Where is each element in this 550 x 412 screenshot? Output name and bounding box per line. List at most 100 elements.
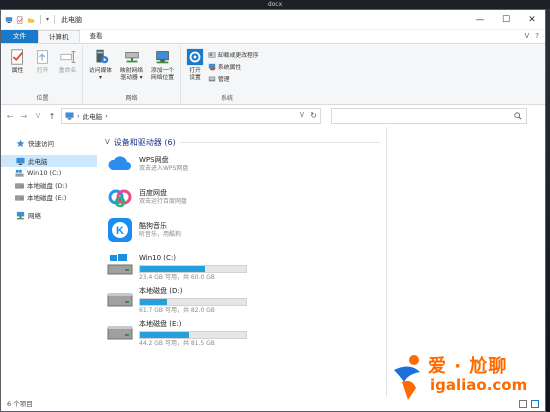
computer-icon bbox=[16, 157, 25, 165]
system-properties-label: 系统属性 bbox=[218, 65, 242, 71]
add-network-location-label: 添加一个 bbox=[150, 68, 175, 74]
drive-tile-c[interactable]: Win10 (C:) 23.4 GB 可用，共 60.0 GB bbox=[105, 252, 386, 285]
svg-text:K: K bbox=[116, 225, 124, 237]
ribbon-right-controls: ᐯ ? bbox=[524, 32, 539, 40]
maximize-button[interactable]: ☐ bbox=[493, 10, 519, 30]
close-button[interactable]: ✕ bbox=[519, 10, 545, 30]
app-tile-wps[interactable]: WPS网盘 双击进入WPS网盘 bbox=[105, 151, 386, 184]
nav-this-pc[interactable]: 此电脑 bbox=[1, 155, 97, 167]
local-disk-icon bbox=[15, 194, 24, 200]
app-subtitle: 双击进入WPS网盘 bbox=[139, 165, 189, 172]
drive-free-space: 61.7 GB 可用，共 82.0 GB bbox=[139, 307, 215, 314]
properties-icon[interactable] bbox=[16, 16, 24, 24]
drive-usage-fill bbox=[140, 299, 167, 305]
address-bar[interactable]: › 此电脑 › ᐯ ↻ bbox=[61, 108, 321, 124]
open-settings-label: 打开 bbox=[189, 68, 201, 74]
new-folder-icon[interactable] bbox=[27, 16, 35, 24]
uninstall-programs-label: 卸载或更改程序 bbox=[218, 53, 259, 59]
this-pc-icon bbox=[65, 112, 74, 120]
help-icon[interactable]: ? bbox=[535, 32, 539, 40]
properties-icon bbox=[10, 49, 23, 65]
item-count: 6 个项目 bbox=[7, 400, 33, 408]
access-media-label: 访问媒体 bbox=[88, 68, 113, 74]
recent-locations-button[interactable]: ᐯ bbox=[33, 113, 43, 120]
devices-group-header[interactable]: ᐯ 设备和驱动器 (6) bbox=[105, 135, 386, 149]
search-box[interactable] bbox=[331, 108, 527, 124]
drive-name: Win10 (C:) bbox=[139, 254, 176, 262]
properties-button[interactable]: 属性 bbox=[6, 46, 29, 94]
ribbon-collapse-icon[interactable]: ᐯ bbox=[524, 32, 529, 40]
app-tile-kugou[interactable]: K 酷狗音乐 听音乐，用酷狗 bbox=[105, 217, 386, 250]
nav-drive-d-label: 本地磁盘 (D:) bbox=[27, 182, 68, 190]
refresh-icon[interactable]: ↻ bbox=[310, 111, 317, 120]
add-network-location-button[interactable]: 添加一个 网络位置 bbox=[148, 46, 177, 94]
baidu-netdisk-icon bbox=[108, 189, 132, 208]
watermark: 爱 · 尬聊 igaliao.com bbox=[390, 352, 550, 412]
uninstall-programs-button[interactable]: 卸载或更改程序 bbox=[208, 50, 259, 59]
window-controls: — ☐ ✕ bbox=[467, 10, 545, 30]
network-drive-icon bbox=[124, 52, 139, 63]
access-media-dropdown: ▾ bbox=[99, 75, 102, 81]
local-disk-icon bbox=[107, 326, 133, 340]
computer-icon bbox=[5, 16, 13, 23]
group-divider bbox=[179, 141, 380, 143]
up-button[interactable]: ↑ bbox=[47, 112, 57, 121]
qat-dropdown-icon[interactable]: ▾ bbox=[46, 16, 49, 23]
address-location[interactable]: 此电脑 bbox=[83, 111, 103, 121]
system-properties-icon bbox=[208, 63, 216, 70]
nav-quick-access-label: 快速访问 bbox=[28, 140, 54, 148]
kugou-music-icon: K bbox=[108, 218, 132, 242]
app-tile-baidu[interactable]: 百度网盘 双击运行百度网盘 bbox=[105, 184, 386, 217]
tab-view[interactable]: 查看 bbox=[80, 30, 113, 43]
nav-quick-access[interactable]: 快速访问 bbox=[1, 137, 97, 149]
tab-computer[interactable]: 计算机 bbox=[38, 30, 80, 43]
network-icon bbox=[16, 211, 25, 219]
qat-separator bbox=[54, 15, 56, 24]
drive-name: 本地磁盘 (E:) bbox=[139, 320, 182, 328]
address-location-chevron[interactable]: › bbox=[105, 112, 108, 120]
nav-drive-d[interactable]: 本地磁盘 (D:) bbox=[1, 179, 97, 191]
desktop-top-text: docx bbox=[267, 1, 283, 8]
collapse-chevron-icon[interactable]: ᐯ bbox=[105, 138, 110, 146]
group-label-network: 网络 bbox=[125, 95, 138, 102]
group-label-location: 位置 bbox=[36, 95, 49, 102]
ribbon-group-system: 打开 设置 卸载或更改程序 系统属性 管理 系统 bbox=[181, 46, 273, 104]
nav-network[interactable]: 网络 bbox=[1, 209, 97, 221]
access-media-button[interactable]: 访问媒体 ▾ bbox=[86, 46, 115, 94]
drive-usage-bar bbox=[139, 265, 247, 273]
tab-file[interactable]: 文件 bbox=[1, 30, 38, 43]
search-icon bbox=[514, 112, 522, 120]
open-button[interactable]: 打开 bbox=[31, 46, 54, 94]
watermark-logo-icon bbox=[394, 355, 420, 400]
address-separator: › bbox=[77, 112, 80, 120]
map-network-drive-button[interactable]: 映射网络 驱动器 ▾ bbox=[117, 46, 146, 94]
address-toolbar: ← → ᐯ ↑ › 此电脑 › ᐯ ↻ bbox=[1, 105, 545, 127]
app-subtitle: 听音乐，用酷狗 bbox=[139, 231, 182, 238]
ribbon-panel: 属性 打开 重命名 位置 访问媒体 ▾ 映射网络 驱动器 ▾ 添加一个 网络位置… bbox=[1, 43, 545, 105]
minimize-button[interactable]: — bbox=[467, 10, 493, 30]
nav-drive-c-label: Win10 (C:) bbox=[27, 169, 62, 177]
programs-icon bbox=[208, 51, 216, 58]
drive-free-space: 44.2 GB 可用，共 81.5 GB bbox=[139, 340, 215, 347]
open-settings-button[interactable]: 打开 设置 bbox=[184, 46, 206, 94]
forward-button[interactable]: → bbox=[19, 112, 29, 121]
drive-usage-bar bbox=[139, 298, 247, 306]
back-button[interactable]: ← bbox=[5, 112, 15, 121]
manage-button[interactable]: 管理 bbox=[208, 74, 259, 83]
drive-tile-d[interactable]: 本地磁盘 (D:) 61.7 GB 可用，共 82.0 GB bbox=[105, 285, 386, 318]
drive-name: 本地磁盘 (D:) bbox=[139, 287, 183, 295]
watermark-url: igaliao.com bbox=[430, 376, 528, 394]
media-server-icon bbox=[96, 49, 108, 64]
star-icon bbox=[16, 139, 25, 147]
windows-drive-icon bbox=[15, 169, 24, 177]
manage-label: 管理 bbox=[218, 77, 230, 83]
nav-drive-c[interactable]: Win10 (C:) bbox=[1, 167, 97, 179]
properties-label: 属性 bbox=[11, 68, 24, 74]
drive-tile-e[interactable]: 本地磁盘 (E:) 44.2 GB 可用，共 81.5 GB bbox=[105, 318, 386, 351]
rename-button[interactable]: 重命名 bbox=[56, 46, 79, 94]
system-properties-button[interactable]: 系统属性 bbox=[208, 62, 259, 71]
nav-drive-e[interactable]: 本地磁盘 (E:) bbox=[1, 191, 97, 203]
quick-access-toolbar: ▾ bbox=[1, 15, 57, 24]
address-dropdown-icon[interactable]: ᐯ bbox=[300, 112, 304, 119]
title-bar: ▾ 此电脑 — ☐ ✕ bbox=[1, 10, 545, 30]
